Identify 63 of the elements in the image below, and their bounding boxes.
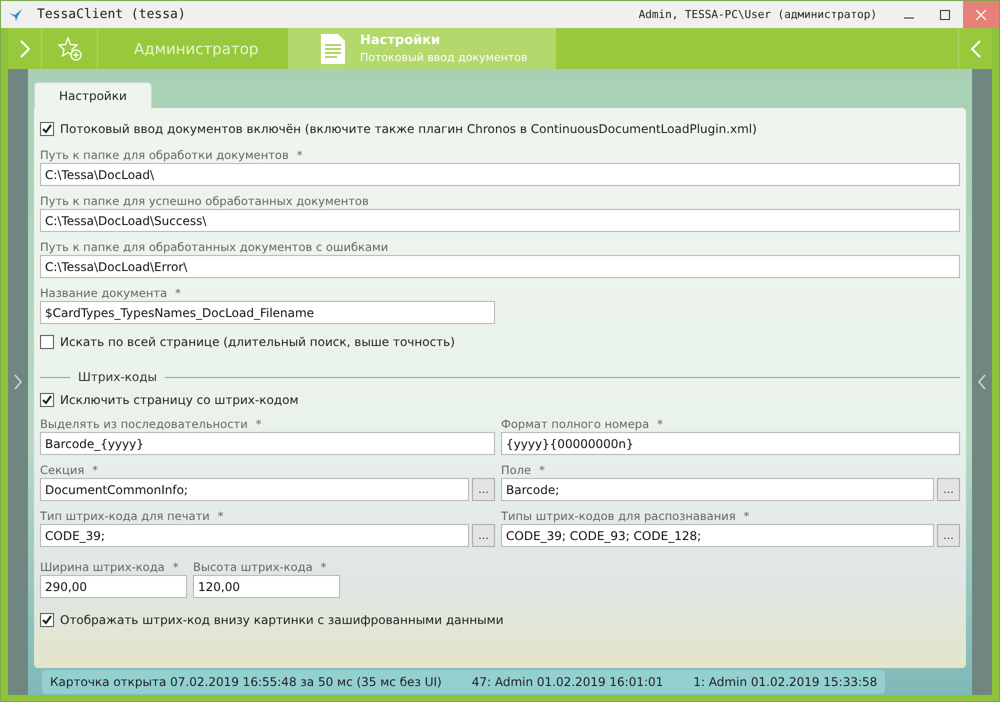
- checkbox[interactable]: [40, 122, 54, 136]
- required-mark: *: [320, 560, 326, 574]
- input-field[interactable]: DocumentCommonInfo;: [40, 478, 469, 501]
- field-label: Тип штрих-кода для печати: [40, 508, 210, 522]
- required-mark: *: [657, 416, 663, 430]
- input-field[interactable]: C:\Tessa\DocLoad\Error\: [40, 255, 960, 278]
- star-plus-icon[interactable]: [58, 36, 82, 60]
- required-mark: *: [172, 560, 178, 574]
- checkbox[interactable]: [40, 335, 54, 349]
- required-mark: *: [175, 286, 181, 300]
- field-label: Ширина штрих-кода: [40, 560, 165, 574]
- bird-logo-icon: [9, 8, 23, 20]
- close-button[interactable]: [963, 1, 999, 28]
- field-label: Путь к папке для обработанных документов с ошибками: [40, 240, 388, 254]
- field-label: Типы штрих-кодов для распознавания: [501, 508, 736, 522]
- input-field[interactable]: C:\Tessa\DocLoad\Success\: [40, 209, 960, 232]
- input-field[interactable]: Barcode;: [501, 478, 934, 501]
- user-name: Admin, TESSA-PC\User (администратор): [638, 8, 877, 21]
- required-mark: *: [744, 508, 750, 522]
- browse-button[interactable]: ...: [937, 524, 960, 547]
- checkbox-label: Исключить страницу со штрих-кодом: [60, 393, 298, 407]
- browse-button[interactable]: ...: [937, 478, 960, 501]
- field-label: Выделять из последовательности: [40, 416, 248, 430]
- checkbox-label: Искать по всей странице (длительный поиск, выше точность): [60, 335, 455, 349]
- status-text: Карточка открыта 07.02.2019 16:55:48 за 50 мс (35 мс без UI): [50, 674, 442, 688]
- maximize-icon[interactable]: [940, 10, 950, 20]
- checkbox-label: Отображать штрих-код внизу картинки с зашифрованными данными: [60, 613, 504, 627]
- checkbox[interactable]: [40, 393, 54, 407]
- input-field[interactable]: 120,00: [193, 575, 340, 598]
- input-field[interactable]: $CardTypes_TypesNames_DocLoad_Filename: [40, 301, 495, 324]
- required-mark: *: [92, 462, 98, 476]
- browse-button[interactable]: ...: [472, 478, 495, 501]
- input-field[interactable]: 290,00: [40, 575, 187, 598]
- input-field[interactable]: C:\Tessa\DocLoad\: [40, 163, 960, 186]
- tab[interactable]: Настройки: [34, 82, 152, 108]
- chevron-right-icon[interactable]: [14, 374, 22, 390]
- field-label: Секция: [40, 462, 84, 476]
- input-field[interactable]: CODE_39; CODE_93; CODE_128;: [501, 524, 934, 547]
- active-tab-title: Настройки: [360, 33, 442, 48]
- field-label: Путь к папке для успешно обработанных документов: [40, 194, 369, 208]
- document-icon: [320, 32, 346, 64]
- checkbox[interactable]: [40, 613, 54, 627]
- browse-button[interactable]: ...: [472, 524, 495, 547]
- field-label: Высота штрих-кода: [193, 560, 313, 574]
- field-label: Формат полного номера: [501, 416, 650, 430]
- input-field[interactable]: {yyyy}{00000000n}: [501, 432, 960, 455]
- required-mark: *: [256, 416, 262, 430]
- active-tab-subtitle: Потоковый ввод документов: [360, 51, 528, 64]
- checkbox-label: Потоковый ввод документов включён (включите также плагин Chronos в ContinuousDocumentLoadPlugin.xml): [60, 122, 757, 136]
- chevron-left-icon[interactable]: [978, 374, 986, 390]
- window-title: TessaClient (tessa): [37, 7, 187, 22]
- input-field[interactable]: Barcode_{yyyy}: [40, 432, 495, 455]
- required-mark: *: [539, 462, 545, 476]
- status-text: 1: Admin 01.02.2019 15:33:58: [693, 674, 878, 688]
- input-field[interactable]: CODE_39;: [40, 524, 469, 547]
- section-title: Штрих-коды: [78, 370, 158, 384]
- close-icon: [976, 10, 986, 20]
- status-text: 47: Admin 01.02.2019 16:01:01: [472, 674, 664, 688]
- field-label: Поле: [501, 462, 532, 476]
- required-mark: *: [218, 508, 224, 522]
- required-mark: *: [296, 148, 302, 162]
- field-label: Название документа: [40, 286, 168, 300]
- field-label: Путь к папке для обработки документов: [40, 148, 289, 162]
